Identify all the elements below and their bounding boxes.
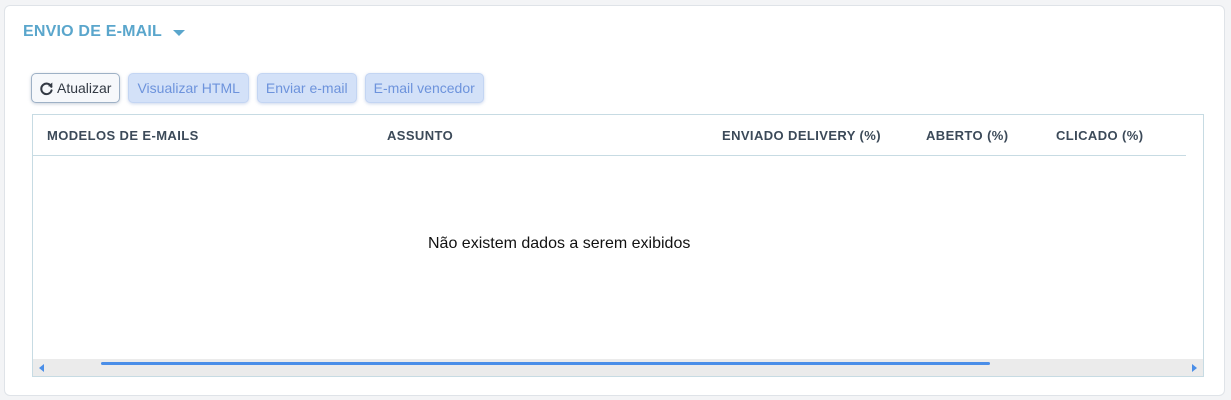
refresh-icon [40, 82, 53, 95]
refresh-button-label: Atualizar [57, 80, 112, 96]
scroll-left-icon[interactable] [39, 364, 44, 372]
chevron-down-icon[interactable] [173, 30, 186, 36]
empty-state-message: Não existem dados a serem exibidos [428, 235, 691, 252]
winner-email-button[interactable]: E-mail vencedor [364, 73, 484, 103]
grid-header: MODELOS DE E-MAILS ASSUNTO ENVIADO DELIV… [33, 115, 1186, 156]
view-html-button[interactable]: Visualizar HTML [128, 73, 249, 103]
refresh-button[interactable]: Atualizar [31, 73, 121, 103]
email-panel: ENVIO DE E-MAIL Atualizar Visualizar HTM… [4, 5, 1225, 396]
column-header-templates[interactable]: MODELOS DE E-MAILS [47, 128, 199, 143]
send-email-button[interactable]: Enviar e-mail [256, 73, 357, 103]
column-header-subject[interactable]: ASSUNTO [387, 128, 453, 143]
column-header-delivered[interactable]: ENVIADO DELIVERY (%) [722, 128, 881, 143]
column-header-opened[interactable]: ABERTO (%) [926, 128, 1008, 143]
section-title: ENVIO DE E-MAIL [23, 23, 163, 40]
toolbar: Atualizar Visualizar HTML Enviar e-mail … [31, 73, 484, 103]
section-header-toggle[interactable]: ENVIO DE E-MAIL [23, 23, 186, 41]
email-grid: MODELOS DE E-MAILS ASSUNTO ENVIADO DELIV… [32, 114, 1204, 377]
scrollbar-thumb[interactable] [101, 362, 990, 365]
column-header-clicked[interactable]: CLICADO (%) [1056, 128, 1143, 143]
scroll-right-icon[interactable] [1192, 364, 1197, 372]
horizontal-scrollbar[interactable] [33, 359, 1203, 376]
